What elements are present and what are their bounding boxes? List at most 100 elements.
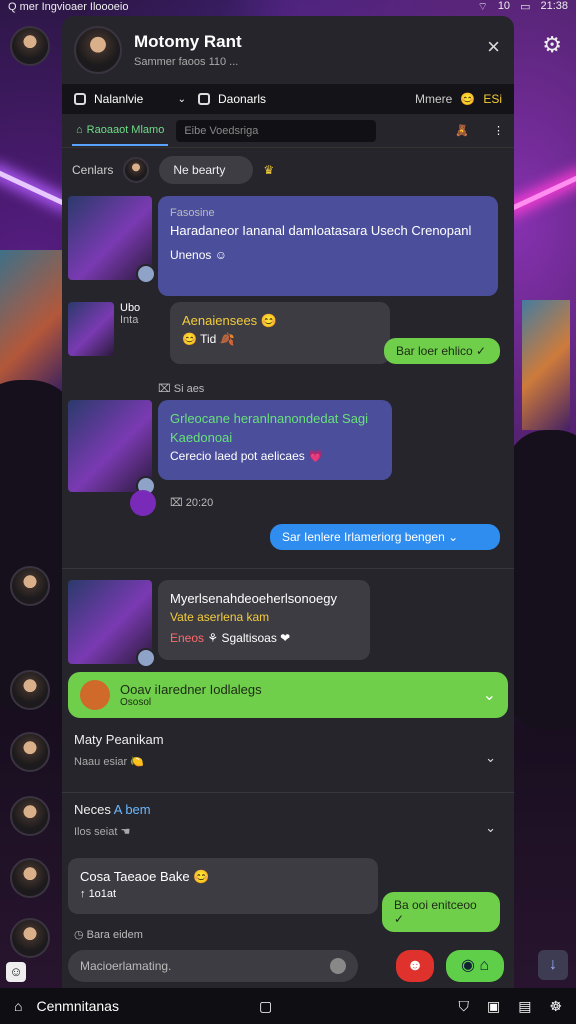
- settings-icon[interactable]: ☸: [549, 998, 562, 1015]
- message: Ubo Inta Aenaiensees 😊 😊 Tid 🍂: [68, 302, 390, 364]
- message: Myerlsenahdeoeherlsonoegy Vate aserlena …: [68, 580, 370, 668]
- page-subtitle: Sammer faoos 110 ...: [134, 56, 239, 68]
- gear-icon[interactable]: ⚙: [542, 32, 562, 58]
- square-icon[interactable]: ▢: [259, 998, 272, 1015]
- message-text2: Vate aserlena kam: [170, 609, 270, 624]
- message-image[interactable]: [68, 580, 156, 668]
- message-text: Aenaiensees 😊: [182, 313, 277, 328]
- bottom-nav: ⌂ Cenmnitanas ▢ ⛉ ▣ ▤ ☸: [0, 988, 576, 1024]
- close-icon[interactable]: ×: [487, 34, 500, 60]
- clock: 21:38: [540, 0, 568, 12]
- list-item[interactable]: Neces A bem Ilos seiat ☚ ⌄: [62, 802, 514, 858]
- download-icon[interactable]: ↓: [538, 950, 568, 980]
- message-small: ⌧ Si aes: [158, 383, 205, 395]
- avatar[interactable]: [130, 490, 156, 516]
- mic-icon[interactable]: [330, 958, 346, 974]
- row-meta: Ilos seiat ☚: [74, 826, 131, 838]
- more-icon[interactable]: ⋮: [493, 124, 504, 137]
- green-row-sub: Ososol: [120, 697, 152, 708]
- search-input[interactable]: Eibe Voedsriga: [176, 119, 377, 142]
- filter-label: Cenlars: [72, 163, 114, 177]
- message-image[interactable]: [68, 196, 156, 284]
- menu-label[interactable]: Daonarls: [218, 92, 266, 106]
- message-time: ⌧ 20:20: [170, 497, 214, 509]
- side-sub: Inta: [120, 314, 139, 326]
- channel-dropdown[interactable]: Nalanlvie ⌄: [74, 92, 198, 106]
- message: ⌧ Si aes: [68, 382, 204, 395]
- reply-bubble[interactable]: Ba ooi enitceoo ✓: [382, 892, 500, 932]
- green-row-title: Ooav iIaredner Iodlalegs: [120, 682, 262, 697]
- message-text: Myerlsenahdeoeherlsonoegy: [170, 591, 337, 606]
- reply-bubble[interactable]: Sar Ienlere Irlameriorg bengen ⌄: [270, 524, 500, 550]
- message-sub: 😊 Tid 🍂: [182, 331, 235, 346]
- trophy-icon: ♛: [263, 163, 275, 177]
- row-name: Maty Peanikam: [74, 732, 164, 747]
- reply-bubble[interactable]: Bar loer ehlico ✓: [384, 338, 500, 364]
- side-label: Ubo: [120, 302, 141, 314]
- avatar: [136, 648, 156, 668]
- app-icon[interactable]: ▣: [487, 998, 500, 1015]
- avatar[interactable]: [10, 670, 50, 710]
- avatar[interactable]: [10, 566, 50, 606]
- message: Grleocane heranlnanondedat Sagi Kaedonoa…: [68, 400, 392, 496]
- monitor: [522, 300, 570, 430]
- avatar[interactable]: [10, 858, 50, 898]
- avatar[interactable]: [10, 918, 50, 958]
- neon-light: [0, 168, 68, 207]
- nav-label: Cenmnitanas: [36, 998, 119, 1014]
- avatar[interactable]: [10, 796, 50, 836]
- row-meta: Naau esiar 🍋: [74, 756, 144, 768]
- neon-light: [508, 173, 576, 212]
- message-text: Cosa Taeaoe Bake 😊: [80, 869, 210, 884]
- filter-bar: Cenlars Ne bearty ♛: [62, 148, 514, 192]
- tab-bar: ⌂ Raoaaot Mlamo Eibe Voedsriga 🧸 ⋮: [62, 114, 514, 148]
- message-image[interactable]: [68, 302, 114, 356]
- chevron-down-icon[interactable]: ⌄: [485, 750, 496, 766]
- wifi-icon: ⌔: [477, 1, 488, 13]
- chat-icon[interactable]: ▤: [518, 998, 531, 1015]
- avatar[interactable]: [74, 26, 122, 74]
- chevron-down-icon: ⌄: [177, 93, 186, 105]
- home-icon[interactable]: ⌂: [14, 998, 22, 1014]
- shield-icon[interactable]: ⛉: [458, 998, 469, 1015]
- filter-pill[interactable]: Ne bearty: [159, 156, 254, 184]
- message-image[interactable]: [68, 400, 156, 496]
- message-text: Grleocane heranlnanondedat Sagi Kaedonoa…: [170, 411, 369, 445]
- message-bubble[interactable]: Fasosine Haradaneor Iananal damloatasara…: [158, 196, 498, 296]
- monitor: [0, 250, 62, 390]
- message-side: Ubo Inta: [120, 302, 164, 364]
- avatar[interactable]: [10, 26, 50, 66]
- message-input[interactable]: Macioerlamating.: [68, 950, 358, 982]
- toolbar-tag: ESi: [483, 92, 502, 106]
- row-name: Neces A bem: [74, 802, 151, 817]
- emoji-icon[interactable]: 😊: [460, 92, 475, 106]
- chevron-down-icon[interactable]: ⌄: [485, 820, 496, 836]
- send-button[interactable]: ◉ ⌂: [446, 950, 504, 982]
- message-small: Fasosine: [170, 207, 215, 219]
- green-row[interactable]: Ooav iIaredner Iodlalegs Ososol ⌄: [68, 672, 508, 718]
- message-bubble[interactable]: Cosa Taeaoe Bake 😊 ↑ 1o1at: [68, 858, 378, 914]
- avatar[interactable]: [123, 157, 150, 183]
- emoji-icon[interactable]: ☺: [6, 962, 26, 982]
- sticker-icon[interactable]: 🧸: [455, 124, 469, 137]
- chevron-down-icon[interactable]: ⌄: [483, 685, 496, 705]
- avatar: [80, 680, 110, 710]
- tab-label: Raoaaot Mlamo: [86, 123, 165, 136]
- message-text2: Cerecio laed pot aelicaes 💗: [170, 448, 324, 463]
- search-placeholder: Eibe Voedsriga: [184, 124, 259, 137]
- divider: [62, 792, 514, 793]
- message-bubble[interactable]: Aenaiensees 😊 😊 Tid 🍂: [170, 302, 390, 364]
- message-time: ◷ Bara eidem: [74, 929, 143, 941]
- tab-active[interactable]: ⌂ Raoaaot Mlamo: [72, 116, 169, 146]
- toolbar: Nalanlvie ⌄ Daonarls Mmere 😊 ESi: [62, 84, 514, 114]
- message: Fasosine Haradaneor Iananal damloatasara…: [68, 196, 498, 296]
- message-bubble[interactable]: Myerlsenahdeoeherlsonoegy Vate aserlena …: [158, 580, 370, 660]
- avatar: [136, 264, 156, 284]
- message-bubble[interactable]: Grleocane heranlnanondedat Sagi Kaedonoa…: [158, 400, 392, 480]
- divider: [62, 568, 514, 569]
- avatar[interactable]: [10, 732, 50, 772]
- toolbar-right-label: Mmere: [415, 92, 453, 106]
- record-button[interactable]: ☻: [396, 950, 434, 982]
- list-item[interactable]: Maty Peanikam Naau esiar 🍋 ⌄: [62, 732, 514, 788]
